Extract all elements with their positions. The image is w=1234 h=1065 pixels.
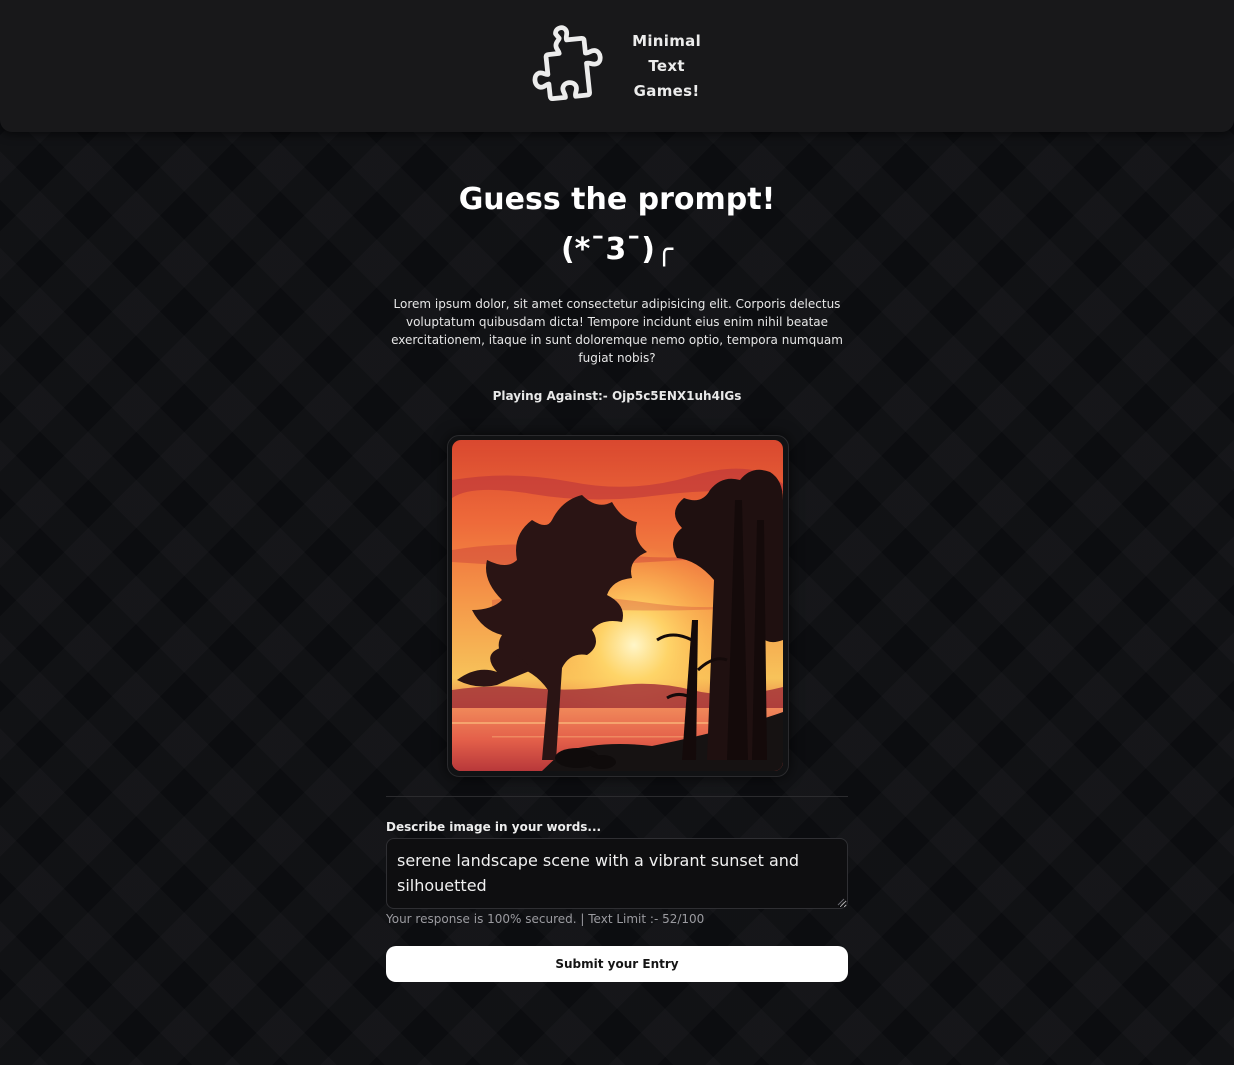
helper-text: Your response is 100% secured. | Text Li… — [386, 912, 705, 926]
page-title: Guess the prompt! — [458, 182, 776, 217]
site-header: Minimal Text Games! — [0, 0, 1234, 132]
brand-title: Minimal Text Games! — [632, 31, 702, 100]
puzzle-piece-icon — [532, 25, 603, 102]
description-textarea-value: serene landscape scene with a vibrant su… — [397, 851, 800, 895]
prompt-image-frame — [447, 435, 789, 777]
opponent-label: Playing Against:- Ojp5c5ENX1uh4IGs — [492, 389, 742, 403]
description-text: Lorem ipsum dolor, sit amet consectetur … — [391, 297, 843, 365]
brand[interactable]: Minimal Text Games! — [530, 24, 710, 108]
description-field-label: Describe image in your words... — [386, 820, 602, 834]
submit-entry-button[interactable]: Submit your Entry — [386, 946, 848, 982]
kaomoji: (*¯3¯)╭ — [560, 232, 674, 267]
description-textarea[interactable]: serene landscape scene with a vibrant su… — [386, 838, 848, 909]
resize-grip-icon[interactable] — [837, 898, 845, 906]
divider — [386, 796, 848, 797]
sunset-silhouette-trees-image — [452, 440, 783, 771]
